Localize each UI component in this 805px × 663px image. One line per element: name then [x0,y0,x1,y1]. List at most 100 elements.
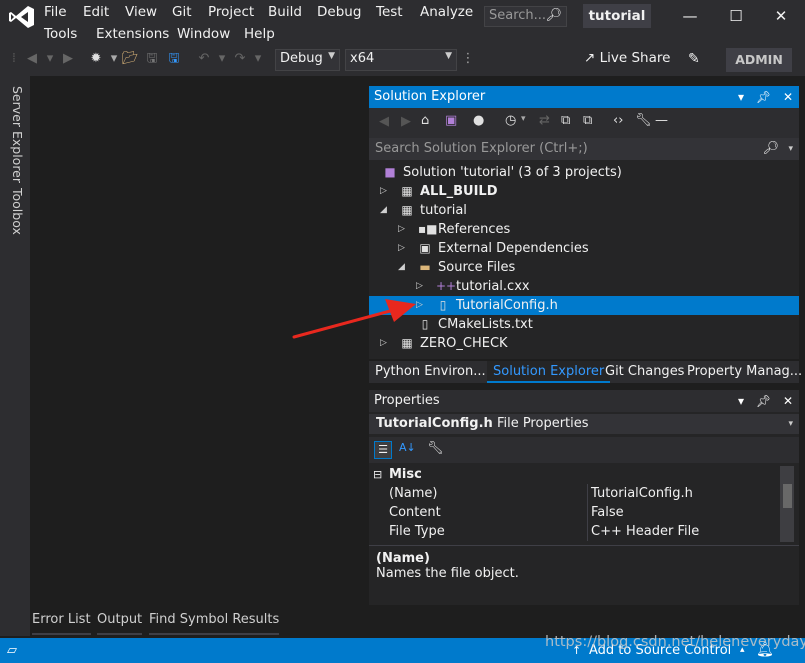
forward-icon[interactable]: ▶ [60,51,76,67]
forward-dropdown-icon[interactable]: ▾ [42,51,58,67]
pending-changes-filter-icon[interactable]: ◷ [505,113,516,128]
tree-item[interactable]: ▷ ++ tutorial.cxx [369,277,799,296]
collapsed-chevron-icon[interactable]: ▷ [416,277,423,296]
tree-item[interactable]: ▷ ▯ TutorialConfig.h [369,296,799,315]
tree-item-label: Solution 'tutorial' (3 of 3 projects) [403,165,622,180]
menu-analyze[interactable]: Analyze [420,4,473,20]
menu-debug[interactable]: Debug [317,4,361,20]
redo-icon[interactable]: ↷ [232,51,248,67]
live-share-icon: ↗︎ [584,50,596,66]
menu-build[interactable]: Build [268,4,302,20]
menu-tools[interactable]: Tools [44,26,77,42]
open-folder-icon[interactable]: 📂︎ [122,51,139,67]
property-row[interactable]: (Name) TutorialConfig.h [369,484,779,503]
live-share-button[interactable]: ↗︎ Live Share [584,50,670,66]
property-row[interactable]: Content False [369,503,779,522]
pin-icon[interactable]: 📌︎ [756,394,771,408]
window-position-icon[interactable]: ▾ [738,394,744,408]
minimize-icon[interactable]: — [680,6,700,26]
back-icon[interactable]: ◀ [379,114,389,129]
tree-item-label: TutorialConfig.h [456,298,558,313]
feedback-icon[interactable]: ✎ [688,51,700,67]
redo-dropdown-icon[interactable]: ▾ [250,51,266,67]
expanded-chevron-icon[interactable]: ◢ [398,258,405,277]
property-pages-icon[interactable]: 🔧︎ [427,441,444,456]
tree-item[interactable]: ▷ ▦ ALL_BUILD [369,182,799,201]
back-icon[interactable]: ◀ [24,51,40,67]
collapse-icon[interactable]: ⊟ [373,465,382,484]
undo-icon[interactable]: ↶ [196,51,212,67]
menu-file[interactable]: File [44,4,67,20]
solution-configuration-select[interactable]: Debug ▼ [275,49,340,71]
tree-item[interactable]: ◢ ▦ tutorial [369,201,799,220]
properties-wrench-icon[interactable]: 🔧︎ [635,113,652,128]
menu-extensions[interactable]: Extensions [96,26,169,42]
maximize-icon[interactable]: ☐ [726,6,746,26]
tab-output[interactable]: Output [97,612,143,635]
menu-project[interactable]: Project [208,4,254,20]
menu-git[interactable]: Git [172,4,192,20]
alphabetical-icon[interactable]: A↓ [399,441,416,454]
menu-window[interactable]: Window [177,26,230,42]
tree-item[interactable]: ▯ CMakeLists.txt [369,315,799,334]
globe-icon[interactable]: ● [473,113,484,128]
search-input[interactable]: Search... 🔎︎ [484,6,567,27]
collapsed-chevron-icon[interactable]: ▷ [398,239,405,258]
collapsed-chevron-icon[interactable]: ▷ [380,182,387,201]
menu-view[interactable]: View [125,4,157,20]
switch-views-icon[interactable]: ▣ [445,113,457,128]
tree-item[interactable]: ▷ ▪■ References [369,220,799,239]
show-all-files-icon[interactable]: ⧉ [583,113,592,128]
collapse-all-icon[interactable]: ⧉ [561,113,570,128]
tab-solution-explorer[interactable]: Solution Explorer [487,361,611,383]
tree-item[interactable]: ◢ ▬ Source Files [369,258,799,277]
close-pane-icon[interactable]: ✕ [783,394,793,408]
scrollbar-thumb[interactable] [783,484,792,508]
filter-dropdown-icon[interactable]: ▾ [521,114,526,124]
category-row[interactable]: ⊟ Misc [369,465,779,484]
tab-property-manager[interactable]: Property Manag... [681,361,805,383]
expanded-chevron-icon[interactable]: ◢ [380,201,387,220]
tab-python-environments[interactable]: Python Environ... [369,361,492,383]
account-badge[interactable]: ADMIN [726,48,792,72]
sync-icon[interactable]: ⇄ [539,113,550,128]
tab-git-changes[interactable]: Git Changes [599,361,690,383]
pin-icon[interactable]: 📌︎ [756,90,771,104]
properties-object-name: TutorialConfig.h [376,416,493,431]
close-icon[interactable]: ✕ [771,6,791,26]
toolbox-tab[interactable]: Toolbox [10,188,25,235]
menu-help[interactable]: Help [244,26,275,42]
properties-object-select[interactable]: TutorialConfig.h File Properties ▾ [369,414,799,434]
tree-item-label: CMakeLists.txt [438,317,533,332]
property-description: (Name) Names the file object. [369,545,799,605]
view-code-icon[interactable]: ‹› [613,113,623,128]
window-position-icon[interactable]: ▾ [738,90,744,104]
undo-dropdown-icon[interactable]: ▾ [214,51,230,67]
new-dropdown-icon[interactable]: ▾ [106,51,122,67]
tree-item[interactable]: ▷ ▣ External Dependencies [369,239,799,258]
solution-platform-select[interactable]: x64 ▼ [345,49,457,71]
preview-selected-icon[interactable]: — [655,113,668,128]
categorized-icon[interactable]: ☰ [374,441,392,459]
tab-error-list[interactable]: Error List [32,612,91,635]
new-project-icon[interactable]: ✹ [88,51,104,67]
solution-explorer-search-input[interactable]: Search Solution Explorer (Ctrl+;) 🔎︎ ▾ [369,138,799,160]
save-icon[interactable]: 🖫︎ [144,51,160,67]
toolbar-overflow-icon[interactable]: ⋮ [460,51,476,67]
server-explorer-tab[interactable]: Server Explorer [10,86,25,183]
tree-item[interactable]: ■ Solution 'tutorial' (3 of 3 projects) [369,163,799,182]
forward-icon[interactable]: ▶ [401,114,411,129]
property-row[interactable]: File Type C++ Header File [369,522,779,541]
properties-toolbar: ☰ A↓ 🔧︎ [369,437,799,463]
save-all-icon[interactable]: 🖫︎ [166,51,182,67]
close-pane-icon[interactable]: ✕ [783,90,793,104]
notifications-panel-icon[interactable]: ▱ [7,638,17,663]
menu-edit[interactable]: Edit [83,4,109,20]
tree-item[interactable]: ▷ ▦ ZERO_CHECK [369,334,799,353]
search-options-icon[interactable]: ▾ [788,138,793,160]
collapsed-chevron-icon[interactable]: ▷ [398,220,405,239]
menu-test[interactable]: Test [376,4,403,20]
tree-item-label: ALL_BUILD [420,184,498,199]
tab-find-symbol-results[interactable]: Find Symbol Results [149,612,280,635]
home-icon[interactable]: ⌂ [421,113,429,128]
